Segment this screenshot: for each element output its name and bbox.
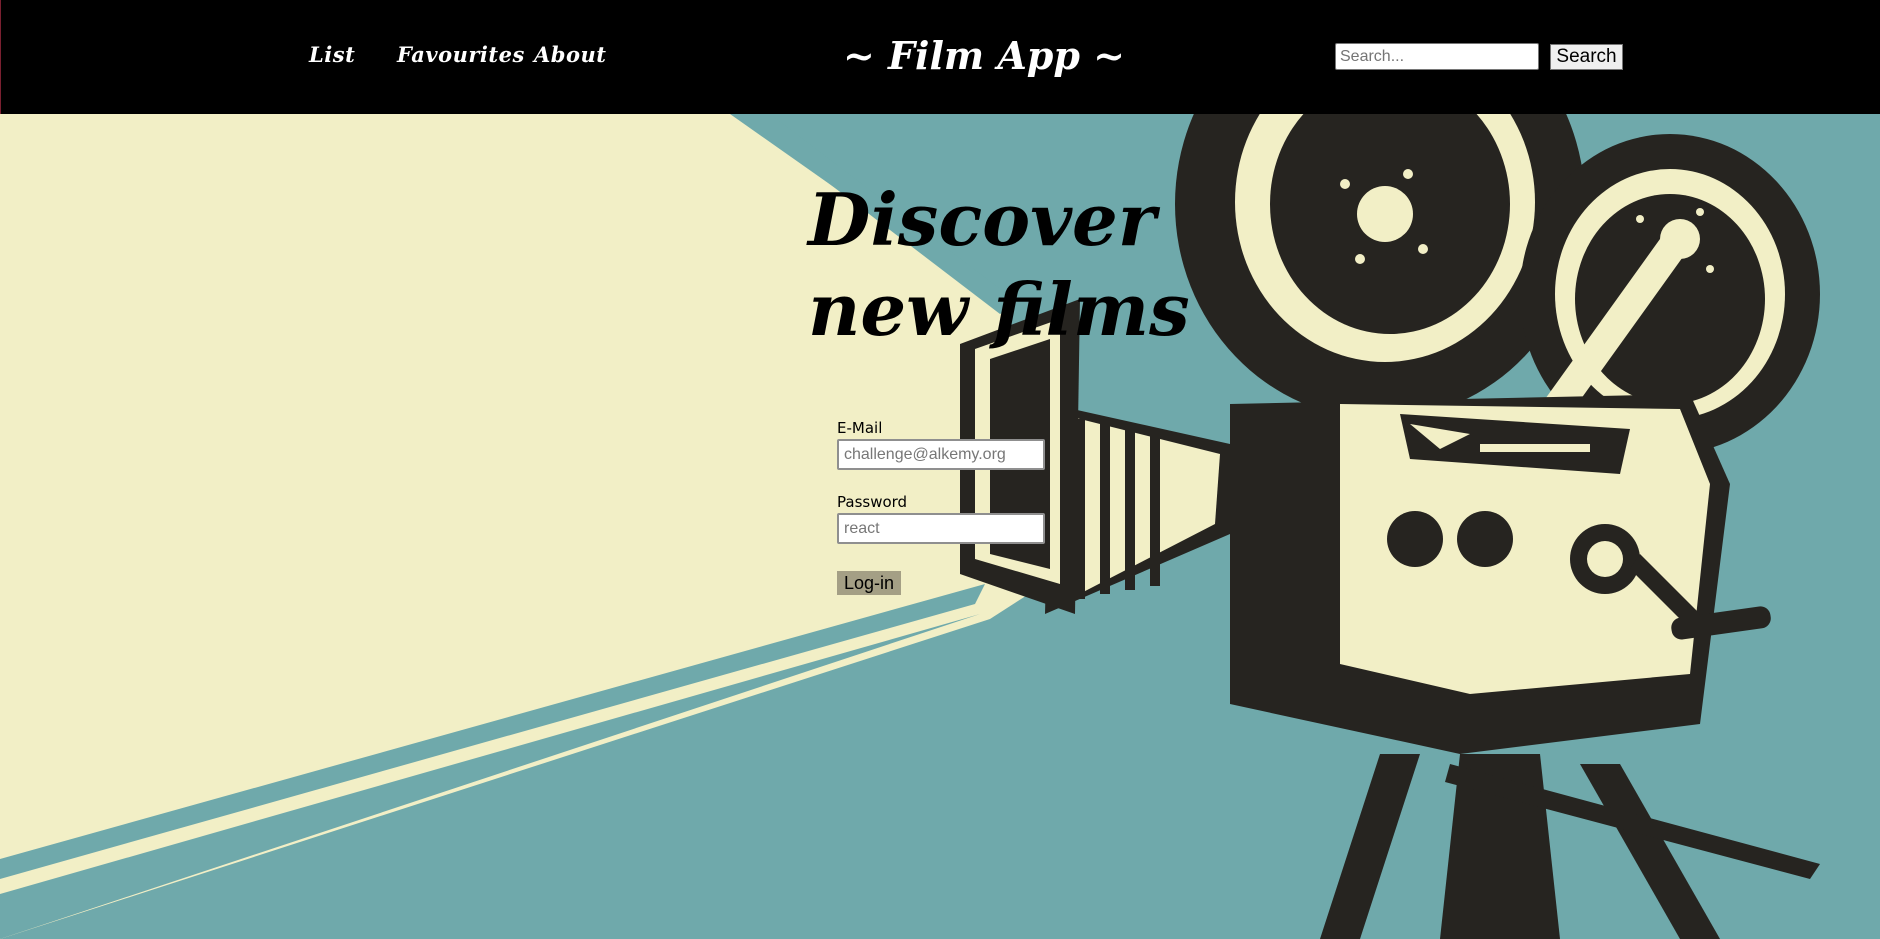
- search-button[interactable]: Search: [1550, 44, 1623, 70]
- headline-line-2: new films: [808, 267, 1190, 352]
- password-field[interactable]: [837, 513, 1045, 544]
- search-input[interactable]: [1335, 43, 1539, 70]
- email-field[interactable]: [837, 439, 1045, 470]
- password-label: Password: [837, 493, 908, 511]
- headline-line-1: Discover: [808, 177, 1156, 262]
- email-label: E-Mail: [837, 419, 883, 437]
- login-button[interactable]: Log-in: [837, 571, 901, 595]
- hero-headline: Discover new films: [808, 175, 1190, 355]
- navbar: List Favourites About ~ Film App ~ Searc…: [0, 0, 1880, 114]
